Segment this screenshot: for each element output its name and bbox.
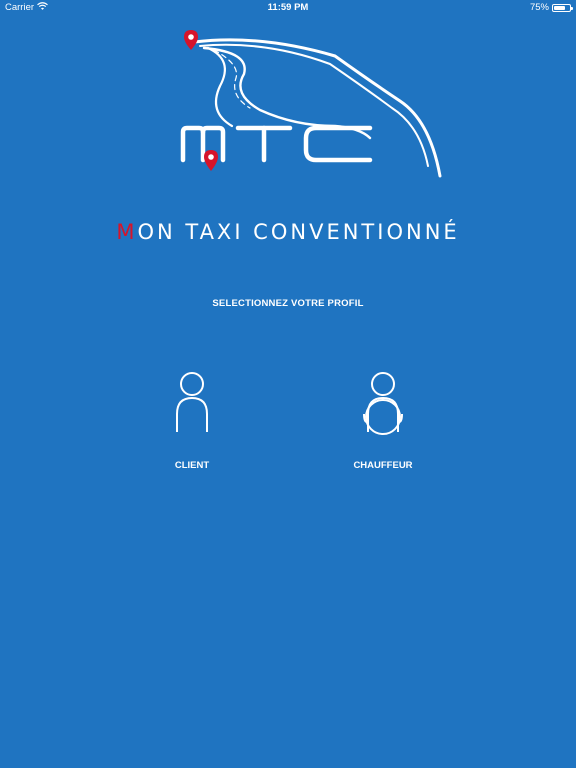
battery-percent: 75% [529, 2, 549, 13]
person-icon [176, 372, 208, 432]
app-title-accent: M [116, 220, 138, 244]
chauffeur-label: CHAUFFEUR [353, 460, 413, 471]
battery-icon [552, 4, 573, 12]
client-profile-button[interactable]: CLIENT [132, 370, 252, 471]
client-label: CLIENT [174, 460, 210, 471]
profile-prompt: SELECTIONNEZ VOTRE PROFIL [212, 298, 364, 309]
app-title: MON TAXI CONVENTIONNÉ [0, 220, 576, 244]
app-title-rest: ON TAXI CONVENTIONNÉ [137, 220, 460, 244]
map-pin-icon [184, 30, 198, 50]
status-right: 75% [529, 0, 573, 16]
status-bar: Carrier 11:59 PM 75% [0, 0, 576, 16]
driver-icon [363, 372, 403, 435]
status-time: 11:59 PM [267, 2, 309, 13]
mtc-logo [170, 26, 450, 181]
battery-fill [554, 6, 566, 10]
road-logo-graphic [180, 30, 442, 178]
map-pin-icon [204, 150, 218, 171]
chauffeur-profile-button[interactable]: CHAUFFEUR [323, 370, 443, 471]
